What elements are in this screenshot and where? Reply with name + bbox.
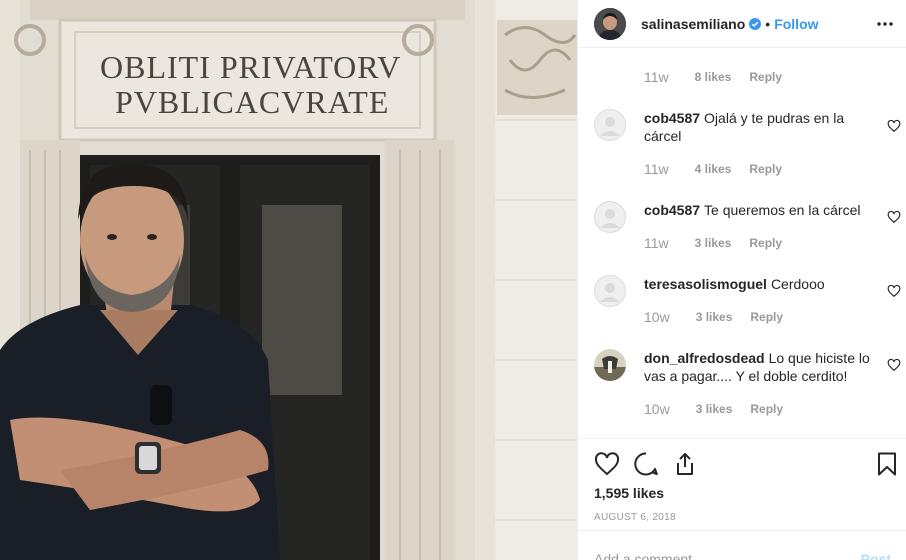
reply-button[interactable]: Reply [749,236,782,250]
comment-time: 11w [644,235,669,251]
comments-list[interactable]: 11w 8 likes Reply cob4587 Ojalá y te pudr… [578,49,906,438]
comment-time: 10w [644,401,670,417]
comment-likes[interactable]: 3 likes [696,402,733,416]
commenter-avatar[interactable] [594,275,626,307]
heart-icon[interactable] [594,451,620,477]
add-comment-input[interactable] [594,551,834,560]
commenter-avatar[interactable] [594,201,626,233]
commenter-avatar[interactable] [594,349,626,381]
door-window [262,205,342,395]
reply-button[interactable]: Reply [749,70,782,84]
post-photo[interactable]: OBLITI PRIVATORV PVBLICACVRATE [0,0,577,560]
comment-like-heart-icon[interactable] [887,358,901,372]
comment-time: 11w [644,69,669,85]
reply-button[interactable]: Reply [749,162,782,176]
comment-meta: 11w 3 likes Reply [644,235,782,251]
comment-username[interactable]: don_alfredosdead [644,350,765,366]
inscription-line-2: PVBLICACVRATE [115,84,389,120]
comment-time: 11w [644,161,669,177]
carved-capital [497,20,577,115]
comment-time: 10w [644,309,670,325]
comment-text-block: teresasolismoguel Cerdooo [644,275,872,293]
comment-text-block: cob4587 Te queremos en la cárcel [644,201,872,219]
like-count[interactable]: 1,595 likes [594,485,664,501]
add-comment-bar: Post [578,530,906,560]
share-icon[interactable] [672,451,698,477]
comment-username[interactable]: cob4587 [644,202,700,218]
comment-meta: 11w 8 likes Reply [644,69,782,85]
comment-meta: 10w 3 likes Reply [644,309,783,325]
comment-text: Cerdooo [770,276,825,292]
post-header: salinasemiliano • Follow [578,0,906,48]
sunglasses [150,385,172,425]
inscription-line-1: OBLITI PRIVATORV [100,49,401,85]
comment-likes[interactable]: 3 likes [696,310,733,324]
post-side-panel: salinasemiliano • Follow 11w 8 likes Rep… [577,0,906,560]
comment-username[interactable]: cob4587 [644,110,700,126]
reply-button[interactable]: Reply [750,402,783,416]
author-avatar[interactable] [594,7,626,40]
comment-likes[interactable]: 4 likes [695,162,732,176]
post-date: AUGUST 6, 2018 [594,512,676,523]
verified-badge-icon [749,17,762,30]
comment-meta: 11w 4 likes Reply [644,161,782,177]
comment-text-block: don_alfredosdead Lo que hiciste lo vas a … [644,349,872,385]
comment-like-heart-icon[interactable] [887,119,901,133]
comment-text: Te queremos en la cárcel [704,202,861,218]
comment-like-heart-icon[interactable] [887,210,901,224]
commenter-avatar[interactable] [594,109,626,141]
follow-button[interactable]: Follow [774,16,818,32]
reply-button[interactable]: Reply [750,310,783,324]
header-separator: • [765,15,771,32]
comment-username[interactable]: teresasolismoguel [644,276,767,292]
comment-icon[interactable] [633,451,659,477]
comment-meta: 10w 3 likes Reply [644,401,783,417]
photo-scene: OBLITI PRIVATORV PVBLICACVRATE [0,0,577,560]
comment-text-block: cob4587 Ojalá y te pudras en la cárcel [644,109,872,145]
comment-like-heart-icon[interactable] [887,284,901,298]
post-actions: 1,595 likes AUGUST 6, 2018 [578,438,906,530]
post-comment-button[interactable]: Post [861,551,891,560]
bookmark-icon[interactable] [874,451,900,477]
comment-likes[interactable]: 8 likes [695,70,732,84]
more-options-icon[interactable] [875,14,895,34]
comment-likes[interactable]: 3 likes [695,236,732,250]
author-username[interactable]: salinasemiliano [641,16,745,32]
